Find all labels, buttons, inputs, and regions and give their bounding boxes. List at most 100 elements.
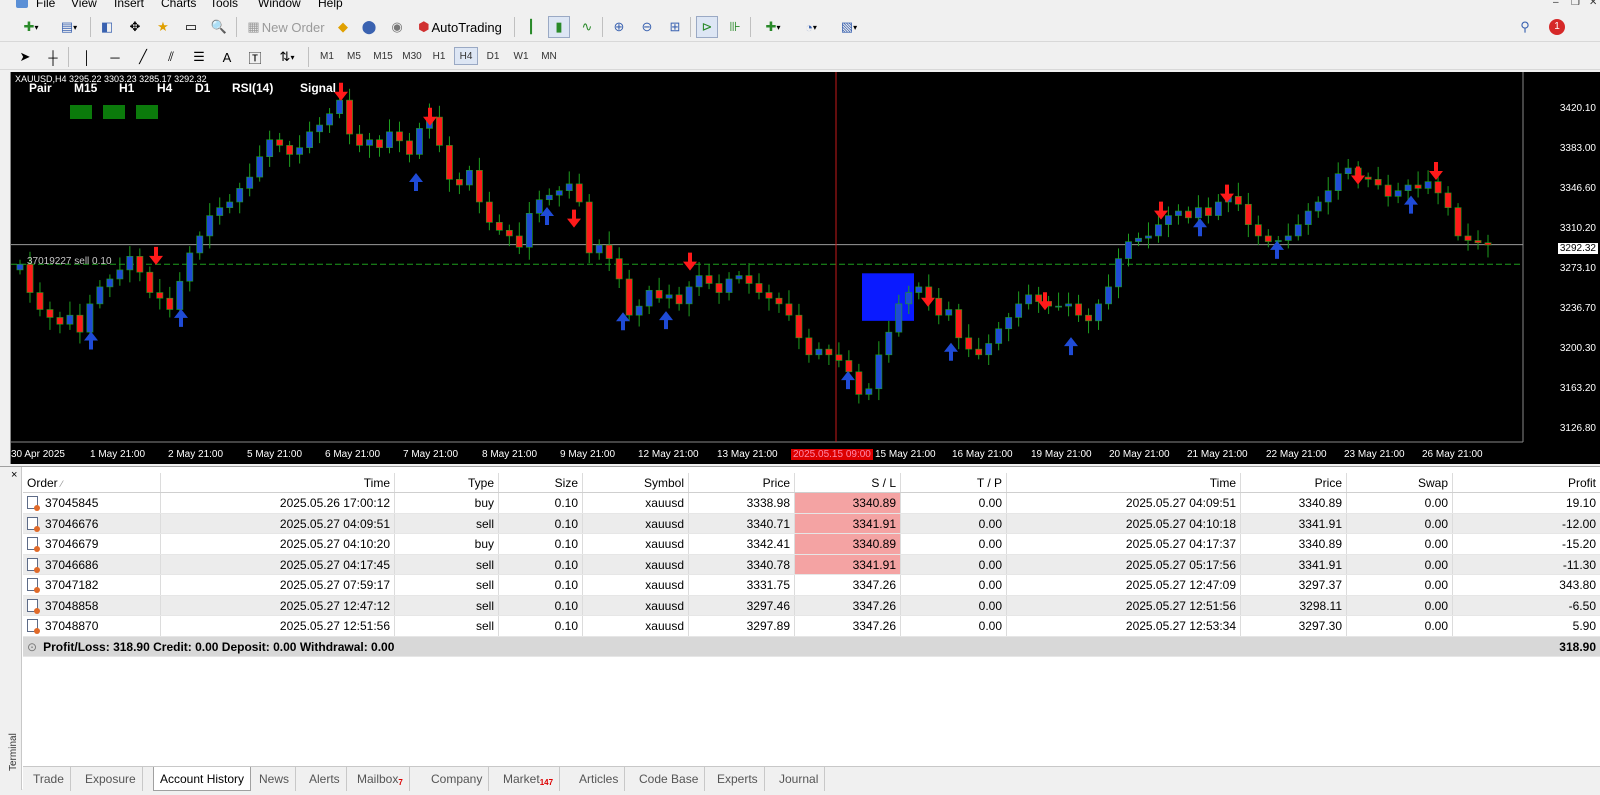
new-order-button[interactable]: ▦ New Order xyxy=(242,16,330,38)
indicators-icon[interactable]: ✚ ▾ xyxy=(756,16,790,38)
search-icon[interactable]: ⚲ xyxy=(1514,16,1536,38)
vps-icon[interactable]: ◉ xyxy=(386,16,408,38)
tab-articles[interactable]: Articles xyxy=(573,767,626,791)
cursor-icon[interactable]: ➤ xyxy=(14,46,36,68)
column-header-close-time[interactable]: Time xyxy=(1007,473,1241,492)
chart-shift-icon[interactable]: ⊪ xyxy=(724,16,746,38)
cell-type: sell xyxy=(395,595,499,615)
zoom-in-icon[interactable]: ⊕ xyxy=(608,16,630,38)
tile-windows-icon[interactable]: ⊞ xyxy=(664,16,686,38)
column-header-symbol[interactable]: Symbol xyxy=(583,473,689,492)
candle-body xyxy=(116,269,124,280)
time-axis-label: 8 May 21:00 xyxy=(482,449,538,460)
candle-body xyxy=(226,201,234,208)
time-axis-label: 16 May 21:00 xyxy=(952,449,1013,460)
timeframe-h1[interactable]: H1 xyxy=(428,47,450,65)
candlestick-icon[interactable]: ▮ xyxy=(548,16,570,38)
new-chart-icon[interactable]: ✚ ▾ xyxy=(14,16,48,38)
menu-charts[interactable]: Charts xyxy=(161,0,196,10)
text-tool-icon[interactable]: A xyxy=(216,46,238,68)
autoscroll-icon[interactable]: ⊳ xyxy=(696,16,718,38)
navigator-icon[interactable]: ✥ xyxy=(124,16,146,38)
menu-file[interactable]: File xyxy=(36,0,55,10)
restore-icon[interactable]: ❐ xyxy=(1571,0,1580,8)
profiles-icon[interactable]: ▤ ▾ xyxy=(52,16,86,38)
tab-market[interactable]: Market147 xyxy=(497,767,561,791)
column-header-swap[interactable]: Swap xyxy=(1347,473,1453,492)
market-watch-icon[interactable]: ◧ xyxy=(96,16,118,38)
tab-code-base[interactable]: Code Base xyxy=(633,767,706,791)
tab-journal[interactable]: Journal xyxy=(773,767,826,791)
cell-type: buy xyxy=(395,493,499,513)
timeframe-m5[interactable]: M5 xyxy=(343,47,365,65)
tab-exposure[interactable]: Exposure xyxy=(79,767,143,791)
tab-account-history[interactable]: Account History xyxy=(153,767,252,791)
column-header-tp[interactable]: T / P xyxy=(901,473,1007,492)
tab-trade[interactable]: Trade xyxy=(27,767,71,791)
text-label-icon[interactable]: 🅃 xyxy=(244,46,266,68)
metaeditor-icon[interactable]: ◆ xyxy=(332,16,354,38)
menu-window[interactable]: Window xyxy=(258,0,301,10)
cell-order: 37047182 xyxy=(23,575,161,595)
menu-view[interactable]: View xyxy=(71,0,97,10)
timeframe-m15[interactable]: M15 xyxy=(370,47,396,65)
tab-experts[interactable]: Experts xyxy=(711,767,765,791)
minimize-icon[interactable]: – xyxy=(1553,0,1559,8)
terminal-icon[interactable]: ▭ xyxy=(180,16,202,38)
horizontal-line-icon[interactable]: ─ xyxy=(104,46,126,68)
timeframe-w1[interactable]: W1 xyxy=(510,47,532,65)
menu-insert[interactable]: Insert xyxy=(114,0,144,10)
line-chart-icon[interactable]: ∿ xyxy=(576,16,598,38)
close-icon[interactable]: ✕ xyxy=(1589,0,1597,8)
periods-icon[interactable]: ◔ ▾ xyxy=(794,16,828,38)
close-icon[interactable]: × xyxy=(11,469,17,481)
table-row[interactable]: 37046686 2025.05.27 04:17:45 sell 0.10 xauus… xyxy=(23,554,1600,575)
column-header-price[interactable]: Price xyxy=(689,473,795,492)
fibonacci-icon[interactable]: ☰ xyxy=(188,46,210,68)
tab-mailbox[interactable]: Mailbox7 xyxy=(351,767,410,791)
templates-icon[interactable]: ▧ ▾ xyxy=(832,16,866,38)
table-row[interactable]: 37045845 2025.05.26 17:00:12 buy 0.10 xauusd… xyxy=(23,493,1600,514)
zoom-out-icon[interactable]: ⊖ xyxy=(636,16,658,38)
table-row[interactable]: 37046679 2025.05.27 04:10:20 buy 0.10 xauusd… xyxy=(23,534,1600,555)
timeframe-m30[interactable]: M30 xyxy=(399,47,425,65)
candle-body xyxy=(555,190,563,196)
buy-signal-arrow xyxy=(84,331,98,350)
column-header-profit[interactable]: Profit xyxy=(1453,473,1600,492)
timeframe-m1[interactable]: M1 xyxy=(316,47,338,65)
column-header-sl[interactable]: S / L xyxy=(795,473,901,492)
column-header-type[interactable]: Type xyxy=(395,473,499,492)
trendline-icon[interactable]: ╱ xyxy=(132,46,154,68)
timeframe-d1[interactable]: D1 xyxy=(482,47,504,65)
menu-tools[interactable]: Tools xyxy=(210,0,238,10)
vertical-line-icon[interactable]: │ xyxy=(76,46,98,68)
cell-close-time: 2025.05.27 12:53:34 xyxy=(1007,616,1241,636)
column-header-order[interactable]: Order ⁄ xyxy=(23,473,161,492)
strategy-tester-icon[interactable]: 🔍 xyxy=(208,16,230,38)
favorites-icon[interactable]: ★ xyxy=(152,16,174,38)
timeframe-mn[interactable]: MN xyxy=(537,47,561,65)
timeframe-h4[interactable]: H4 xyxy=(454,47,478,65)
crosshair-icon[interactable]: ┼ xyxy=(42,46,64,68)
arrows-icon[interactable]: ⇅ ▾ xyxy=(272,46,302,68)
column-header-close-price[interactable]: Price xyxy=(1241,473,1347,492)
column-header-time[interactable]: Time xyxy=(161,473,395,492)
price-chart[interactable]: XAUUSD,H4 3295.22 3303.23 3285.17 3292.3… xyxy=(10,72,1600,464)
table-row[interactable]: 37048870 2025.05.27 12:51:56 sell 0.10 xauus… xyxy=(23,616,1600,637)
table-row[interactable]: 37048858 2025.05.27 12:47:12 sell 0.10 xauus… xyxy=(23,595,1600,616)
indicator-label-h1: H1 xyxy=(119,81,135,95)
table-row[interactable]: 37047182 2025.05.27 07:59:17 sell 0.10 xauus… xyxy=(23,575,1600,596)
table-header: Order ⁄ Time Type Size Symbol Price S / … xyxy=(23,473,1600,493)
tab-company[interactable]: Company xyxy=(425,767,490,791)
table-row[interactable]: 37046676 2025.05.27 04:09:51 sell 0.10 xauus… xyxy=(23,513,1600,534)
candle-body xyxy=(96,286,104,305)
tab-alerts[interactable]: Alerts xyxy=(303,767,347,791)
signals-icon[interactable]: ⬤ xyxy=(358,16,380,38)
menu-help[interactable]: Help xyxy=(318,0,343,10)
notification-icon[interactable]: 1 xyxy=(1544,16,1570,38)
bar-chart-icon[interactable]: ┃ xyxy=(520,16,542,38)
autotrading-button[interactable]: ⬢ AutoTrading xyxy=(412,16,508,38)
channel-icon[interactable]: ⫽ xyxy=(160,46,182,68)
column-header-size[interactable]: Size xyxy=(499,473,583,492)
tab-news[interactable]: News xyxy=(253,767,297,791)
